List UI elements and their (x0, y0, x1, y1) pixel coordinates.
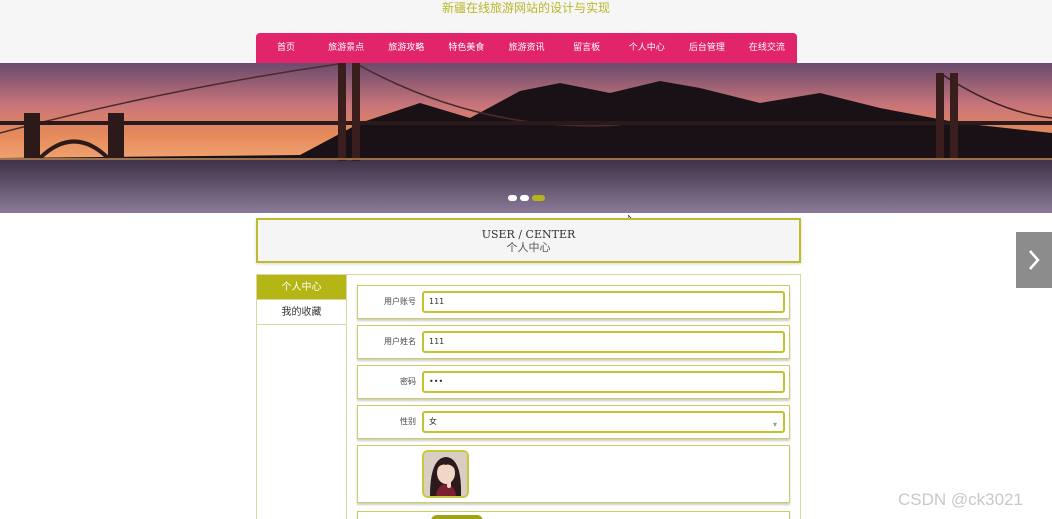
nav-guides[interactable]: 旅游攻略 (376, 33, 436, 63)
avatar-image[interactable] (422, 450, 469, 498)
user-center-header: USER / CENTER 个人中心 (256, 218, 801, 263)
site-title: 新疆在线旅游网站的设计与实现 (441, 1, 610, 15)
nav-food[interactable]: 特色美食 (436, 33, 496, 63)
form-row-gender: 性别 女 ▾ (357, 405, 790, 439)
form-row-actions (357, 511, 790, 519)
form-row-account: 用户账号 111 (357, 285, 790, 319)
carousel-dot-3[interactable] (532, 195, 545, 201)
name-input[interactable]: 111 (422, 331, 785, 353)
side-item-user-center[interactable]: 个人中心 (257, 275, 346, 300)
profile-form: 用户账号 111 用户姓名 111 密码 ••• 性别 女 ▾ (346, 274, 801, 519)
side-item-favorites[interactable]: 我的收藏 (257, 300, 346, 325)
submit-button[interactable] (431, 515, 483, 519)
carousel-dot-1[interactable] (508, 195, 517, 201)
bridge-banner-image (0, 63, 1052, 213)
main-nav: 首页 旅游景点 旅游攻略 特色美食 旅游资讯 留言板 个人中心 后台管理 在线交… (256, 33, 797, 63)
nav-news[interactable]: 旅游资讯 (496, 33, 556, 63)
nav-message-board[interactable]: 留言板 (557, 33, 617, 63)
chevron-right-icon (1029, 250, 1040, 270)
gender-select[interactable]: 女 ▾ (422, 411, 785, 433)
user-center-title-en: USER / CENTER (481, 228, 576, 241)
nav-attractions[interactable]: 旅游景点 (316, 33, 376, 63)
gender-label: 性别 (400, 417, 416, 426)
carousel-dot-2[interactable] (520, 195, 529, 201)
password-input[interactable]: ••• (422, 371, 785, 393)
name-label: 用户姓名 (384, 337, 416, 346)
avatar-photo (424, 452, 467, 496)
nav-chat[interactable]: 在线交流 (737, 33, 797, 63)
account-label: 用户账号 (384, 297, 416, 306)
watermark-text: CSDN @ck3021 (898, 490, 1023, 509)
account-input[interactable]: 111 (422, 291, 785, 313)
chevron-down-icon: ▾ (772, 420, 777, 429)
nav-user-center[interactable]: 个人中心 (617, 33, 677, 63)
next-arrow-button[interactable] (1016, 232, 1052, 288)
banner-carousel[interactable] (0, 63, 1052, 213)
form-row-name: 用户姓名 111 (357, 325, 790, 359)
form-row-password: 密码 ••• (357, 365, 790, 399)
nav-admin[interactable]: 后台管理 (677, 33, 737, 63)
side-menu: 个人中心 我的收藏 (256, 274, 346, 519)
nav-home[interactable]: 首页 (256, 33, 316, 63)
form-row-avatar (357, 445, 790, 503)
user-center-title-cn: 个人中心 (506, 241, 551, 254)
carousel-dots (508, 195, 545, 201)
password-label: 密码 (400, 377, 416, 386)
gender-value: 女 (429, 417, 437, 426)
